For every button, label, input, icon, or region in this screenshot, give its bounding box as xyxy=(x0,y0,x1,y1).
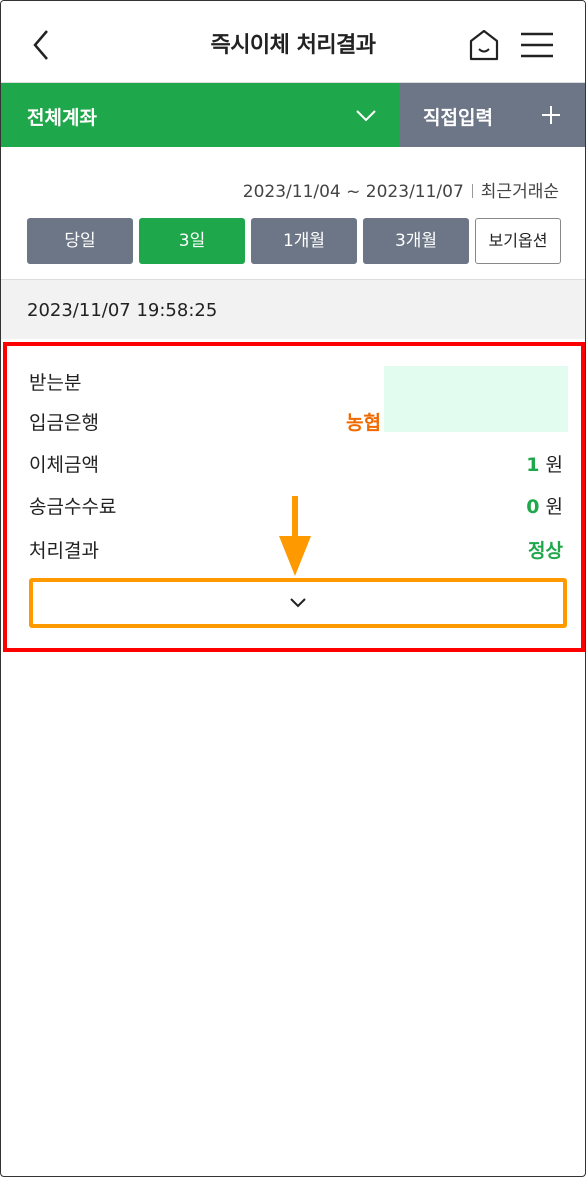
period-today-button[interactable]: 당일 xyxy=(27,218,133,264)
account-select-dropdown[interactable]: 전체계좌 xyxy=(1,83,399,147)
fee-label: 송금수수료 xyxy=(29,496,117,518)
date-range-text: 2023/11/04 ~ 2023/11/07 xyxy=(242,182,464,202)
expand-details-button[interactable] xyxy=(29,578,567,628)
app-screen: 즉시이체 처리결과 전체계좌 직접입력 2023/11/04 ~ 2023/11… xyxy=(0,0,586,1177)
chevron-down-icon xyxy=(356,110,376,122)
top-header: 즉시이체 처리결과 xyxy=(1,1,585,83)
annotation-arrow-down-icon xyxy=(279,496,311,576)
sort-order-text: 최근거래순 xyxy=(480,182,559,202)
period-3month-button[interactable]: 3개월 xyxy=(363,218,469,264)
amount-value: 1원 xyxy=(526,450,563,477)
home-button[interactable] xyxy=(467,27,501,63)
date-range-line: 2023/11/04 ~ 2023/11/07 최근거래순 xyxy=(243,177,559,202)
period-3day-button[interactable]: 3일 xyxy=(139,218,245,264)
home-icon xyxy=(469,29,499,61)
amount-number: 1 xyxy=(526,454,540,476)
account-bar: 전체계좌 직접입력 xyxy=(1,83,585,147)
plus-icon xyxy=(542,106,560,124)
period-filter-row: 당일 3일 1개월 3개월 보기옵션 xyxy=(27,218,561,264)
recipient-label: 받는분 xyxy=(29,372,82,394)
view-options-button[interactable]: 보기옵션 xyxy=(475,218,561,264)
bank-row: 입금은행 농협 xyxy=(29,408,563,440)
account-select-label: 전체계좌 xyxy=(27,107,97,129)
chevron-down-icon xyxy=(290,598,306,608)
transaction-date-row: 2023/11/07 19:58:25 xyxy=(1,279,585,339)
fee-unit: 원 xyxy=(545,496,563,518)
fee-number: 0 xyxy=(526,496,540,518)
direct-input-button[interactable]: 직접입력 xyxy=(399,83,585,147)
direct-input-label: 직접입력 xyxy=(423,107,493,129)
transaction-datetime: 2023/11/07 19:58:25 xyxy=(27,300,218,321)
result-label: 처리결과 xyxy=(29,540,99,562)
amount-row: 이체금액 1원 xyxy=(29,450,563,482)
period-1month-button[interactable]: 1개월 xyxy=(251,218,357,264)
menu-button[interactable] xyxy=(519,29,555,61)
amount-label: 이체금액 xyxy=(29,454,99,476)
bank-value: 농협 xyxy=(346,412,381,434)
divider xyxy=(471,184,473,198)
recipient-row: 받는분 xyxy=(29,368,563,400)
result-value: 정상 xyxy=(528,540,563,562)
fee-value: 0원 xyxy=(526,492,563,519)
bank-label: 입금은행 xyxy=(29,412,99,434)
amount-unit: 원 xyxy=(545,454,563,476)
hamburger-menu-icon xyxy=(521,32,553,58)
